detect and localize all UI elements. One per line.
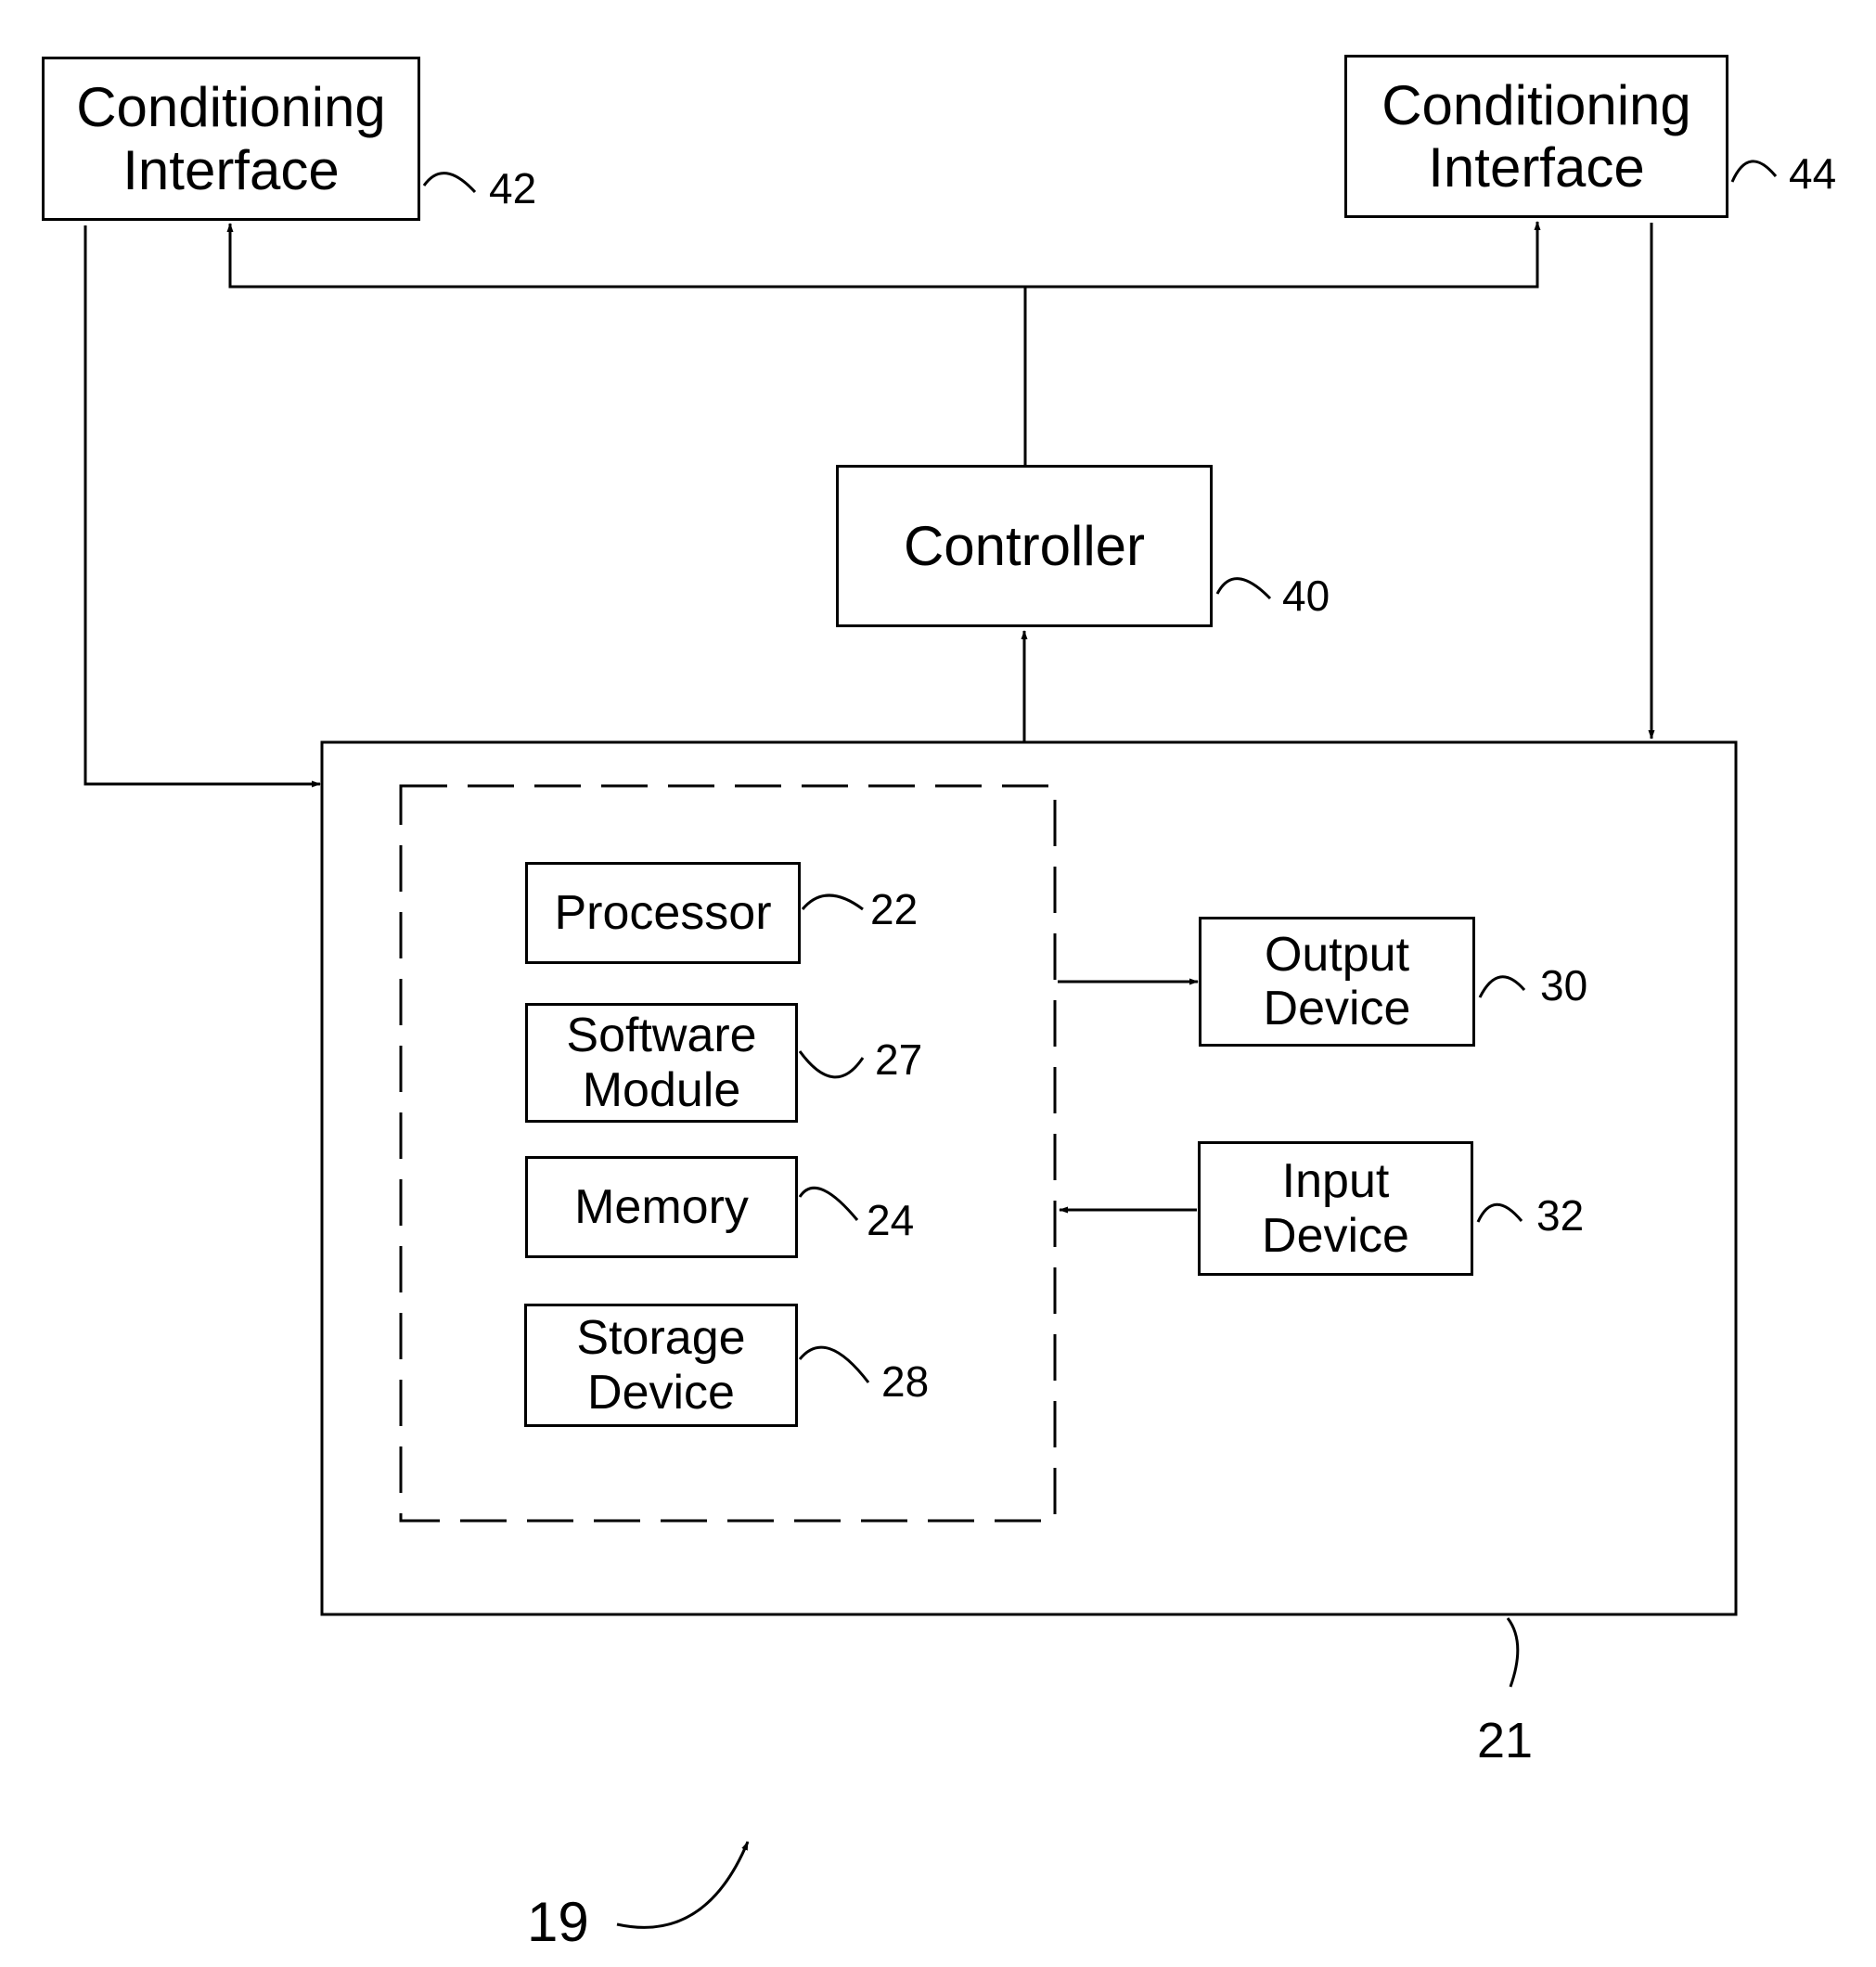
memory-label: Memory (574, 1179, 749, 1234)
figure-arrow-19 (616, 1841, 750, 1929)
figure-number-label: 19 (527, 1891, 589, 1953)
leader-24 (798, 1186, 859, 1221)
processor-label: Processor (554, 885, 772, 940)
conditioning-interface-right: Conditioning Interface (1344, 55, 1728, 218)
processor-box: Processor (525, 862, 801, 964)
software-module-label: Software Module (566, 1009, 757, 1117)
storage-device-label: Storage Device (576, 1311, 746, 1420)
leader-42 (422, 172, 477, 194)
storage-device-box: Storage Device (524, 1304, 798, 1427)
input-device-label: Input Device (1262, 1154, 1409, 1263)
ref-label-24: 24 (867, 1196, 915, 1244)
ref-label-44: 44 (1789, 149, 1837, 198)
conditioning-interface-right-label: Conditioning Interface (1381, 73, 1691, 199)
memory-box: Memory (525, 1156, 798, 1258)
leader-32 (1476, 1202, 1523, 1223)
ref-label-42: 42 (489, 164, 537, 212)
leader-27 (798, 1050, 865, 1079)
leader-22 (801, 894, 864, 911)
controller-label: Controller (903, 514, 1146, 577)
leader-21 (1506, 1617, 1520, 1688)
leader-40 (1215, 577, 1272, 600)
bus-to-right-interface-arrow (1025, 221, 1541, 289)
ref-label-21: 21 (1477, 1713, 1534, 1768)
left-interface-to-device-arrow (84, 225, 321, 788)
leader-28 (798, 1345, 870, 1383)
ref-label-22: 22 (870, 885, 919, 933)
input-device-box: Input Device (1198, 1141, 1473, 1276)
output-device-box: Output Device (1199, 917, 1475, 1047)
conditioning-interface-left: Conditioning Interface (42, 57, 420, 221)
ref-label-32: 32 (1536, 1191, 1585, 1240)
leader-30 (1478, 975, 1526, 998)
controller-box: Controller (836, 465, 1213, 627)
ref-label-27: 27 (875, 1035, 923, 1084)
ref-label-28: 28 (881, 1357, 930, 1406)
bus-to-left-interface-arrow (226, 223, 1025, 289)
leader-44 (1730, 160, 1778, 183)
connector-layer (84, 160, 1778, 1929)
ref-label-40: 40 (1282, 572, 1330, 620)
output-device-label: Output Device (1263, 927, 1411, 1035)
ref-label-30: 30 (1540, 961, 1588, 1009)
conditioning-interface-left-label: Conditioning Interface (76, 76, 386, 201)
software-module-box: Software Module (525, 1003, 798, 1123)
